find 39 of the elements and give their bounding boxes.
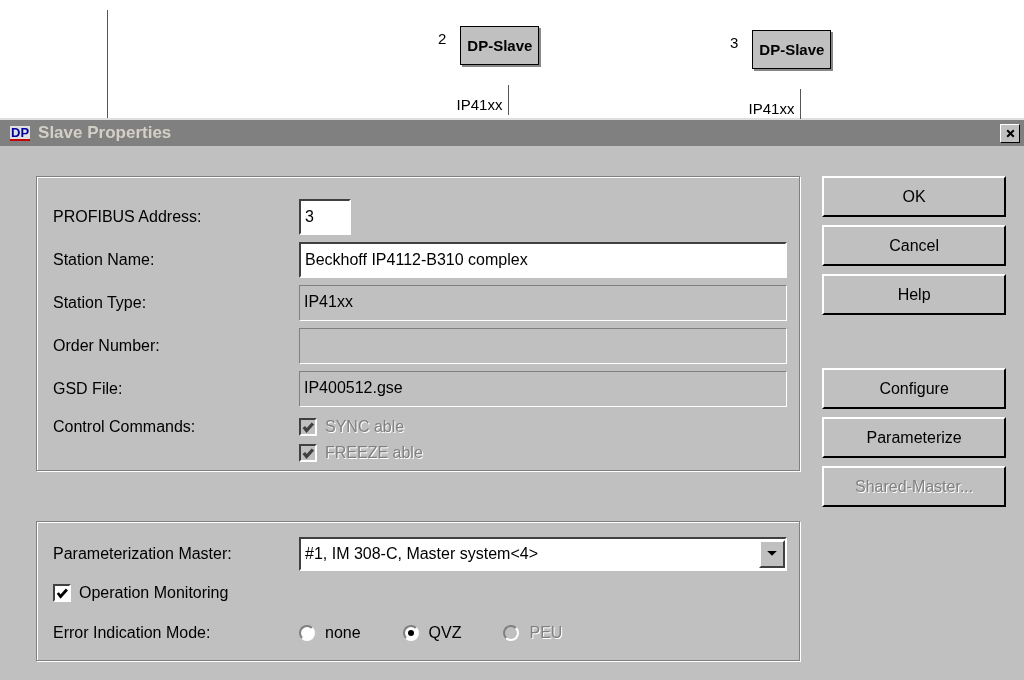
radio-button[interactable] (299, 624, 315, 641)
node-number: 3 (730, 34, 739, 51)
input-field[interactable]: Beckhoff IP4112-B310 complex (299, 241, 788, 278)
connector-line (800, 89, 802, 119)
field-label: Order Number: (53, 336, 161, 355)
window-title: Slave Properties (38, 123, 173, 143)
checkbox-label: SYNC able (325, 418, 405, 436)
dropdown[interactable]: #1, IM 308-C, Master system<4> (299, 536, 788, 571)
radio-label: PEU (529, 623, 563, 642)
dp-logo-icon: DP (10, 125, 31, 141)
connector-line (508, 85, 510, 115)
field-label: Error Indication Mode: (53, 623, 212, 642)
dialog-button[interactable]: OK (822, 176, 1006, 217)
field-label: GSD File: (53, 379, 124, 398)
close-button[interactable] (1000, 123, 1020, 143)
slave-node[interactable]: DP-Slave (752, 30, 832, 69)
dialog-button[interactable]: Help (822, 274, 1006, 315)
dialog-button[interactable]: Cancel (822, 225, 1006, 266)
input-field: IP41xx (299, 284, 788, 321)
checkbox-label: FREEZE able (325, 444, 423, 462)
field-label: Parameterization Master: (53, 544, 233, 563)
field-label: Control Commands: (53, 418, 197, 436)
field-label: PROFIBUS Address: (53, 207, 203, 226)
field-label: Station Name: (53, 250, 156, 269)
slave-node[interactable]: DP-Slave (460, 26, 540, 65)
field-label: Station Type: (53, 293, 148, 312)
input-field[interactable]: 3 (299, 198, 351, 235)
radio-label: none (325, 623, 361, 642)
close-icon (1004, 127, 1016, 139)
node-type-label: IP41xx (456, 96, 503, 113)
dialog-button[interactable]: Configure (822, 368, 1006, 409)
input-field: IP400512.gse (299, 370, 788, 407)
radio-button[interactable] (402, 624, 419, 641)
dialog-button[interactable]: Parameterize (822, 417, 1006, 458)
node-type-label: IP41xx (748, 100, 795, 117)
checkbox[interactable] (53, 584, 71, 602)
radio-label: QVZ (428, 623, 462, 642)
node-number: 2 (438, 30, 447, 47)
checkbox-label: Operation Monitoring (79, 584, 229, 602)
